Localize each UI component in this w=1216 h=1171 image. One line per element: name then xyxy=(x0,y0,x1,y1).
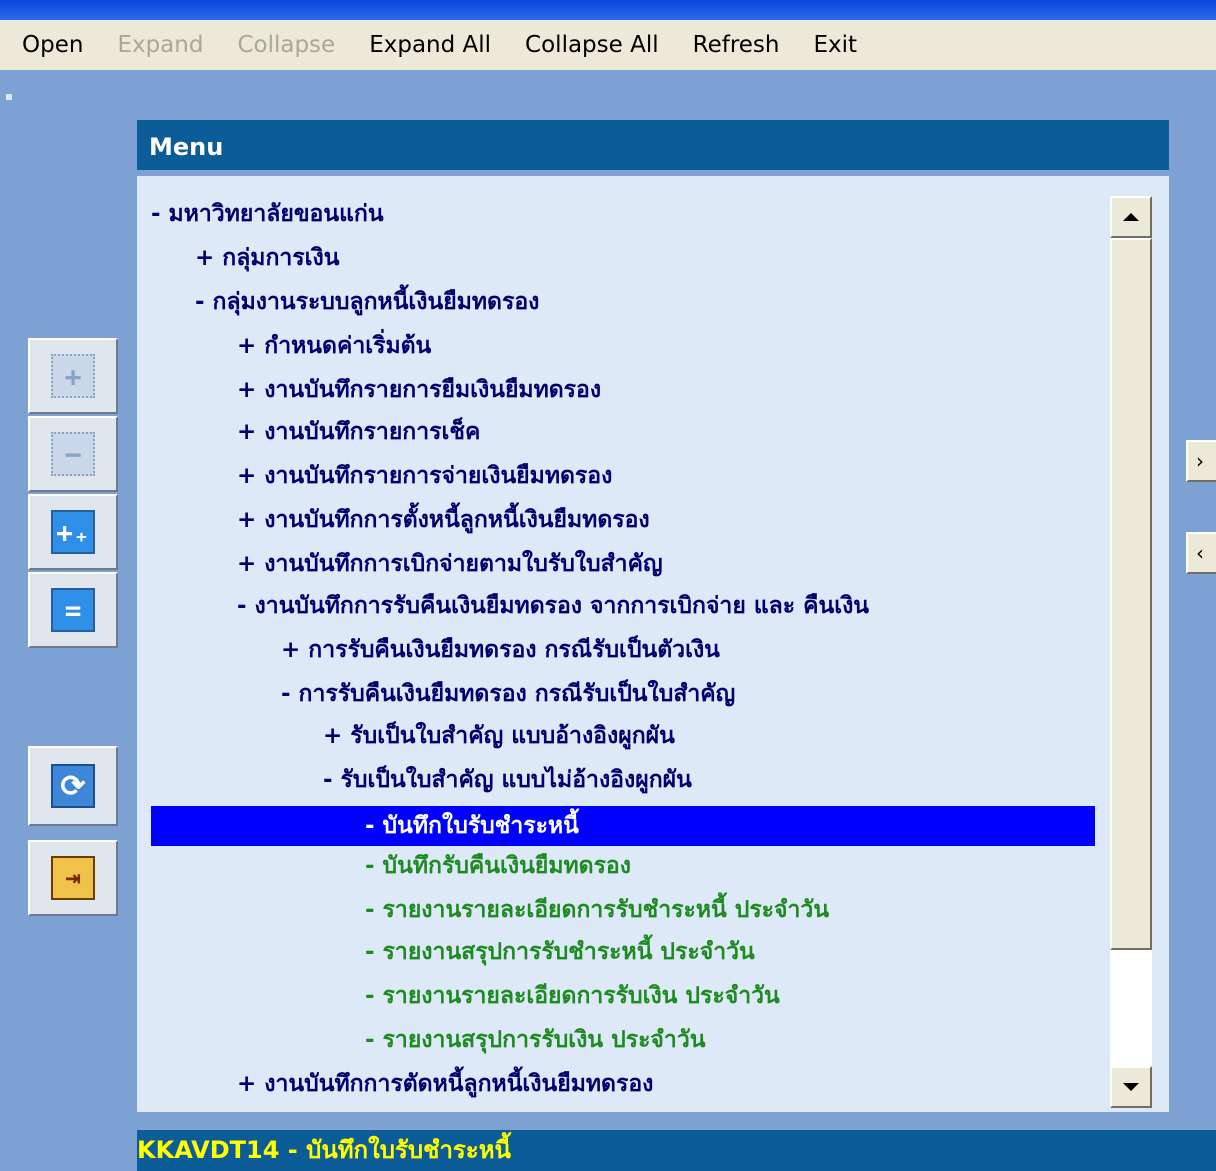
chevron-right-icon: › xyxy=(1196,449,1204,473)
expand-button[interactable]: + xyxy=(28,338,118,414)
tree-node-cheque-entry[interactable]: + งานบันทึกรายการเช็ค xyxy=(237,412,480,452)
tree-node-university[interactable]: - มหาวิทยาลัยขอนแก่น xyxy=(151,194,384,234)
collapse-button[interactable]: − xyxy=(28,416,118,492)
tree-leaf-payment-summary-report[interactable]: - รายงานสรุปการรับชำระหนี้ ประจำวัน xyxy=(365,932,755,972)
menu-tree: - มหาวิทยาลัยขอนแก่น + กลุ่มการเงิน - กล… xyxy=(137,176,1107,1112)
menu-refresh[interactable]: Refresh xyxy=(676,32,797,58)
collapse-icon: − xyxy=(51,432,95,476)
tree-node-loan-payment-entry[interactable]: + งานบันทึกรายการจ่ายเงินยืมทดรอง xyxy=(237,456,612,496)
back-button[interactable]: ‹ xyxy=(1186,532,1216,574)
menu-collapse[interactable]: Collapse xyxy=(220,32,352,58)
tree-node-loan-debtor-group[interactable]: - กลุ่มงานระบบลูกหนี้เงินยืมทดรอง xyxy=(195,282,539,322)
status-bar: KKAVDT14 - บันทึกใบรับชำระหนี้ xyxy=(137,1130,1216,1171)
arrow-down-icon xyxy=(1123,1083,1139,1091)
menu-open[interactable]: Open xyxy=(0,32,100,58)
tree-node-return-voucher[interactable]: - การรับคืนเงินยืมทดรอง กรณีรับเป็นใบสำค… xyxy=(281,674,735,714)
tree-node-loan-return[interactable]: - งานบันทึกการรับคืนเงินยืมทดรอง จากการเ… xyxy=(237,586,869,626)
tree-node-voucher-unlinked[interactable]: - รับเป็นใบสำคัญ แบบไม่อ้างอิงผูกผัน xyxy=(323,760,692,800)
tree-node-initial-settings[interactable]: + กำหนดค่าเริ่มต้น xyxy=(237,326,431,366)
tree-node-debt-setup[interactable]: + งานบันทึกการตั้งหนี้ลูกหนี้เงินยืมทดรอ… xyxy=(237,500,650,540)
tree-node-debt-writeoff[interactable]: + งานบันทึกการตัดหนี้ลูกหนี้เงินยืมทดรอง xyxy=(237,1064,653,1104)
menu-expand-all[interactable]: Expand All xyxy=(352,32,508,58)
menu-collapse-all[interactable]: Collapse All xyxy=(508,32,676,58)
collapse-all-button[interactable]: = xyxy=(28,572,118,648)
scroll-thumb[interactable] xyxy=(1110,238,1152,950)
tree-node-disbursement[interactable]: + งานบันทึกการเบิกจ่ายตามใบรับใบสำคัญ xyxy=(237,544,663,584)
window-title-bar xyxy=(0,0,1216,20)
decorative-dot xyxy=(6,94,12,100)
refresh-button[interactable]: ⟳ xyxy=(28,746,118,826)
tree-leaf-payment-receipt[interactable]: - บันทึกใบรับชำระหนี้ xyxy=(151,806,1095,846)
tree-scrollbar[interactable] xyxy=(1110,196,1152,1108)
tree-node-finance-group[interactable]: + กลุ่มการเงิน xyxy=(195,238,339,278)
forward-button[interactable]: › xyxy=(1186,440,1216,482)
tree-leaf-payment-detail-report[interactable]: - รายงานรายละเอียดการรับชำระหนี้ ประจำวั… xyxy=(365,890,829,930)
arrow-up-icon xyxy=(1123,213,1139,221)
menu-expand[interactable]: Expand xyxy=(100,32,220,58)
scroll-up-button[interactable] xyxy=(1110,196,1152,238)
tree-leaf-receipt-summary-report[interactable]: - รายงานสรุปการรับเงิน ประจำวัน xyxy=(365,1020,705,1060)
expand-icon: + xyxy=(51,354,95,398)
tree-node-return-cash[interactable]: + การรับคืนเงินยืมทดรอง กรณีรับเป็นตัวเง… xyxy=(281,630,720,670)
menu-bar: Open Expand Collapse Expand All Collapse… xyxy=(0,20,1216,70)
expand-all-button[interactable]: +₊ xyxy=(28,494,118,570)
refresh-icon: ⟳ xyxy=(51,764,95,808)
tree-node-voucher-linked[interactable]: + รับเป็นใบสำคัญ แบบอ้างอิงผูกผัน xyxy=(323,716,675,756)
expand-all-icon: +₊ xyxy=(51,510,95,554)
menu-tree-panel: - มหาวิทยาลัยขอนแก่น + กลุ่มการเงิน - กล… xyxy=(137,176,1169,1112)
exit-button[interactable]: ⇥ xyxy=(28,840,118,916)
tree-leaf-receipt-detail-report[interactable]: - รายงานรายละเอียดการรับเงิน ประจำวัน xyxy=(365,976,780,1016)
scroll-down-button[interactable] xyxy=(1110,1066,1152,1108)
panel-title: Menu xyxy=(137,120,1169,170)
chevron-left-icon: ‹ xyxy=(1196,541,1204,565)
collapse-all-icon: = xyxy=(51,588,95,632)
menu-exit[interactable]: Exit xyxy=(796,32,874,58)
tree-leaf-loan-return-entry[interactable]: - บันทึกรับคืนเงินยืมทดรอง xyxy=(365,846,631,886)
exit-door-icon: ⇥ xyxy=(51,856,95,900)
tree-node-loan-entry[interactable]: + งานบันทึกรายการยืมเงินยืมทดรอง xyxy=(237,370,601,410)
